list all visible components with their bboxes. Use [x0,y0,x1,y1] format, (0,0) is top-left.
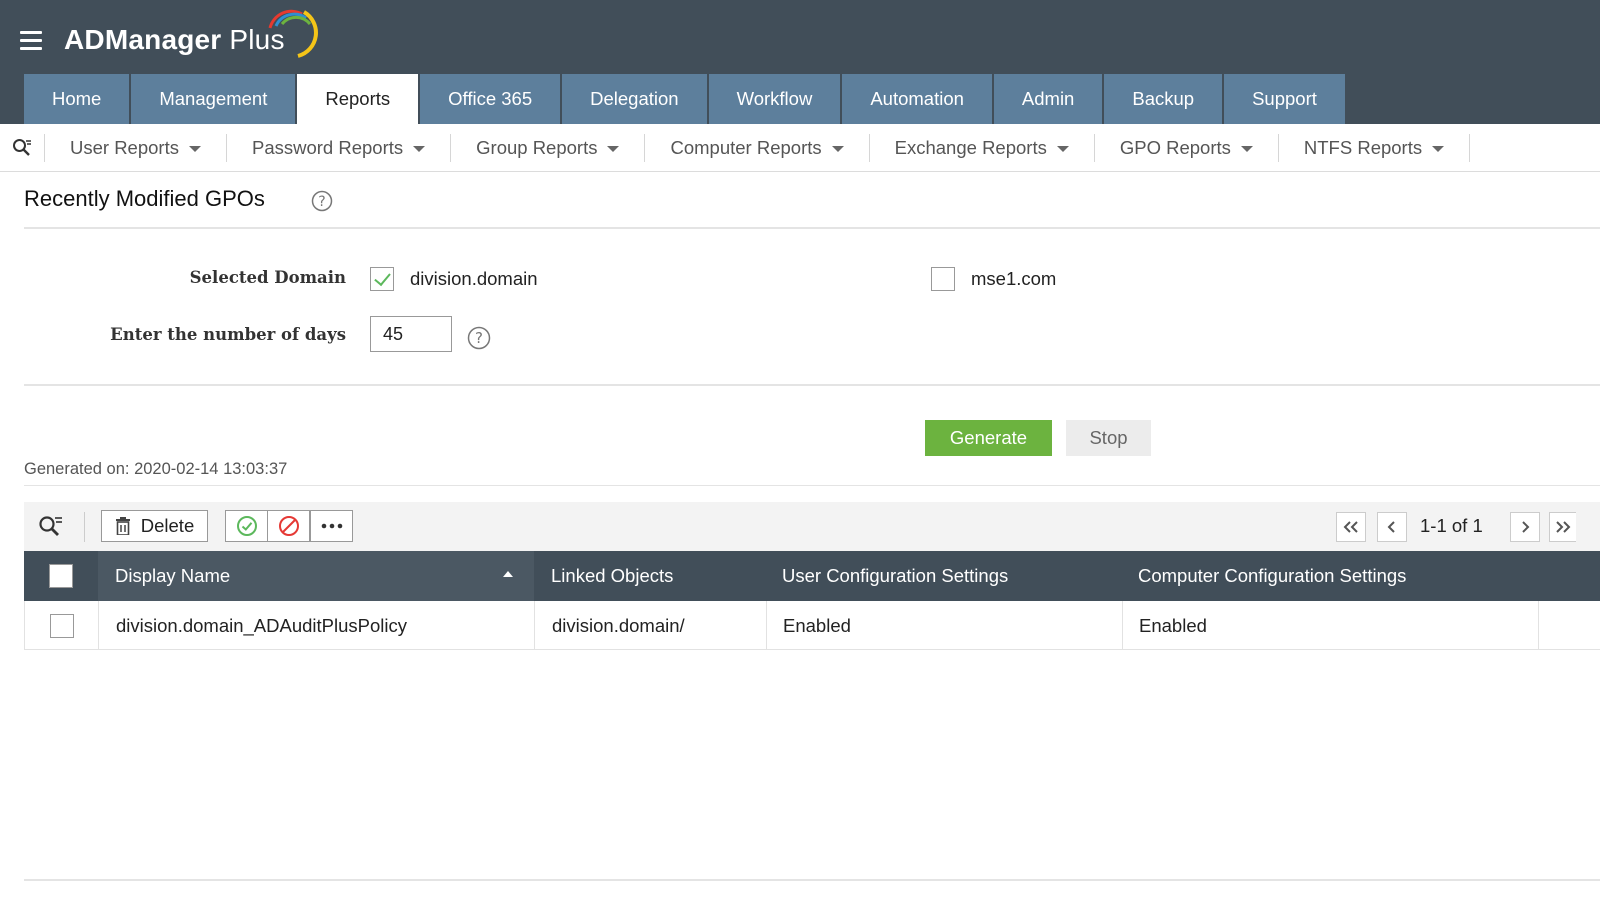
tab-delegation[interactable]: Delegation [562,74,707,124]
caret-down-icon [831,145,844,152]
row-checkbox[interactable] [49,613,74,638]
enable-button[interactable] [225,510,268,542]
reports-subnav: User Reports Password Reports Group Repo… [0,124,1600,172]
subnav-exchange-reports[interactable]: Exchange Reports [868,133,1094,162]
main-tabs: Home Management Reports Office 365 Deleg… [24,74,1347,124]
cell-display-name: division.domain_ADAuditPlusPolicy [98,601,534,650]
report-search-icon[interactable] [0,124,44,172]
previous-page-button[interactable] [1377,512,1407,542]
select-all-cell [24,551,98,601]
column-computer-configuration[interactable]: Computer Configuration Settings [1122,551,1538,601]
title-divider [24,227,1600,229]
column-more[interactable] [1538,551,1600,601]
tab-management[interactable]: Management [131,74,296,124]
report-divider [24,485,1600,486]
toolbar-separator [84,512,85,542]
cell-computer-configuration: Enabled [1122,601,1538,650]
double-chevron-left-icon [1343,521,1358,533]
cell-linked-objects[interactable]: division.domain/ [534,601,766,650]
subnav-password-reports[interactable]: Password Reports [225,133,450,162]
block-icon [278,516,299,536]
table-header: Display Name Linked Objects User Configu… [24,551,1600,601]
subnav-user-reports[interactable]: User Reports [44,133,226,162]
selected-domain-label: Selected Domain [189,268,346,287]
subnav-gpo-reports[interactable]: GPO Reports [1093,133,1278,162]
tab-office-365[interactable]: Office 365 [420,74,561,124]
column-linked-objects[interactable]: Linked Objects [534,551,766,601]
help-icon[interactable]: ? [467,326,491,350]
app-logo[interactable]: ADManager Plus [64,24,285,56]
sort-ascending-icon [503,571,513,577]
svg-text:?: ? [475,329,483,347]
delete-button[interactable]: Delete [101,510,208,542]
check-circle-icon [236,516,257,536]
stop-button[interactable]: Stop [1066,420,1151,456]
days-label: Enter the number of days [110,325,346,344]
table-toolbar: Delete [24,502,1600,551]
cell-user-configuration: Enabled [766,601,1122,650]
bottom-divider [24,879,1600,881]
page-title: Recently Modified GPOs [24,186,265,211]
first-page-button[interactable] [1336,512,1366,542]
domain-name-division: division.domain [410,268,538,289]
domain-checkbox-mse1[interactable] [931,267,955,291]
caret-down-icon [188,145,201,152]
days-input[interactable] [370,316,452,352]
tab-backup[interactable]: Backup [1104,74,1223,124]
more-options-button[interactable] [310,510,353,542]
column-display-name[interactable]: Display Name [98,551,534,601]
caret-down-icon [1240,145,1253,152]
select-all-checkbox[interactable] [49,564,73,588]
last-page-button[interactable] [1549,512,1576,542]
next-page-button[interactable] [1510,512,1540,542]
subnav-ntfs-reports[interactable]: NTFS Reports [1277,133,1469,162]
table-search-icon[interactable] [38,514,64,543]
form-divider [24,384,1600,386]
chevron-left-icon [1387,521,1395,533]
subnav-group-reports[interactable]: Group Reports [450,133,644,162]
help-icon[interactable]: ? [311,190,333,212]
top-header: ADManager Plus Home Management Reports O… [0,0,1600,124]
subnav-computer-reports[interactable]: Computer Reports [644,133,868,162]
tab-reports[interactable]: Reports [297,74,419,124]
svg-text:?: ? [318,194,325,210]
domain-name-mse1: mse1.com [971,268,1057,289]
disable-button[interactable] [267,510,310,542]
cell-more [1538,601,1600,650]
tab-automation[interactable]: Automation [842,74,992,124]
logo-arc-icon [268,9,318,58]
caret-down-icon [1056,145,1069,152]
pagination-status: 1-1 of 1 [1420,515,1483,536]
tab-workflow[interactable]: Workflow [708,74,841,124]
column-user-configuration[interactable]: User Configuration Settings [766,551,1122,601]
row-select-cell [24,601,98,650]
chevron-right-icon [1522,521,1530,533]
caret-down-icon [413,145,426,152]
double-chevron-right-icon [1556,521,1571,533]
generate-button[interactable]: Generate [925,420,1052,456]
caret-down-icon [1432,145,1445,152]
tab-support[interactable]: Support [1224,74,1345,124]
table-row[interactable]: division.domain_ADAuditPlusPolicy divisi… [24,601,1600,650]
domain-checkbox-division[interactable] [370,267,394,291]
trash-icon [115,517,130,535]
hamburger-menu-icon[interactable] [20,31,42,51]
generated-timestamp: Generated on: 2020-02-14 13:03:37 [24,460,288,478]
subnav-more[interactable] [1469,133,1495,162]
tab-home[interactable]: Home [24,74,130,124]
more-dots-icon [321,523,342,529]
tab-admin[interactable]: Admin [993,74,1103,124]
caret-down-icon [607,145,620,152]
